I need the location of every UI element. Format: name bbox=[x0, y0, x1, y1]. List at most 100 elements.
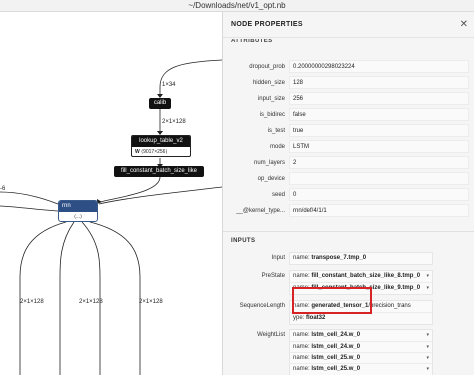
name-label: name: bbox=[293, 355, 310, 361]
input-name: lstm_cell_24.w_0 bbox=[311, 344, 361, 350]
edge-label: -6 bbox=[0, 186, 6, 192]
chevron-down-icon[interactable]: ▾ bbox=[426, 353, 429, 364]
attribute-key: num_layers bbox=[253, 160, 285, 166]
attribute-key: is_bidirec bbox=[259, 112, 285, 118]
chevron-down-icon[interactable]: ▾ bbox=[426, 283, 429, 294]
attribute-value[interactable] bbox=[289, 172, 469, 185]
attributes-header: ATTRIBUTES bbox=[231, 39, 273, 44]
name-label: name: bbox=[293, 285, 310, 291]
input-name-line: name: lstm_cell_25.w_0 ▾ bbox=[290, 352, 432, 363]
attribute-key: dropout_prob bbox=[249, 64, 285, 70]
chevron-down-icon[interactable]: ▾ bbox=[426, 271, 429, 282]
edge-left-in bbox=[0, 191, 59, 205]
attribute-value[interactable]: true bbox=[289, 124, 469, 137]
attribute-key: op_device bbox=[257, 176, 285, 182]
chevron-down-icon[interactable]: ▾ bbox=[426, 342, 429, 353]
name-label: name: bbox=[293, 255, 310, 261]
attribute-key: input_size bbox=[257, 96, 285, 102]
attribute-row: num_layers 2 bbox=[223, 156, 474, 172]
graph-canvas[interactable]: 1×34 2×1×128 2×1×128 2×1×128 2×1×128 -6 … bbox=[0, 12, 222, 375]
attribute-value[interactable]: 128 bbox=[289, 76, 469, 89]
input-key: SequenceLength bbox=[239, 303, 285, 309]
attribute-key: seed bbox=[271, 192, 285, 198]
chevron-down-icon[interactable]: ▾ bbox=[426, 364, 429, 375]
input-name-suffix: /precision_trans bbox=[368, 303, 411, 309]
node-rnn[interactable]: rnn ⟨...⟩ bbox=[58, 200, 98, 222]
attr-key: W bbox=[135, 149, 140, 155]
input-name-line: name: lstm_cell_25.w_0 ▾ bbox=[290, 363, 432, 374]
attribute-value[interactable]: 0.20000000298023224 bbox=[289, 60, 469, 73]
input-name: fill_constant_batch_size_like_9.tmp_0 bbox=[311, 285, 421, 291]
input-value-box[interactable]: name: fill_constant_batch_size_like_8.tm… bbox=[289, 270, 433, 295]
input-name: transpose_7.tmp_0 bbox=[311, 255, 367, 261]
attribute-row: __@kernel_type... rnn/def/4/1/1 bbox=[223, 204, 474, 220]
edge-left-in-2 bbox=[0, 205, 59, 212]
node-lookup-table-attr: W ⟨9017×256⟩ bbox=[132, 147, 190, 156]
input-name-line: name: fill_constant_batch_size_like_9.tm… bbox=[290, 282, 432, 293]
attr-value: ⟨9017×256⟩ bbox=[141, 149, 168, 155]
input-name-line: name: fill_constant_batch_size_like_8.tm… bbox=[290, 271, 432, 282]
name-label: name: bbox=[293, 344, 310, 350]
edge-rnn-out-2 bbox=[59, 221, 75, 375]
node-lookup-table[interactable]: lookup_table_v2 W ⟨9017×256⟩ bbox=[131, 135, 191, 157]
name-label: name: bbox=[293, 273, 310, 279]
inputs-header: INPUTS bbox=[223, 231, 474, 249]
edge-label: 1×34 bbox=[162, 82, 176, 88]
attribute-value[interactable]: 2 bbox=[289, 156, 469, 169]
attribute-row: seed 0 bbox=[223, 188, 474, 204]
edge-label: 2×1×128 bbox=[162, 119, 186, 125]
attribute-row: dropout_prob 0.20000000298023224 bbox=[223, 60, 474, 76]
node-rnn-body: ⟨...⟩ bbox=[73, 214, 83, 220]
attribute-row: mode LSTM bbox=[223, 140, 474, 156]
panel-title: NODE PROPERTIES bbox=[223, 12, 474, 38]
edge-label: 2×1×128 bbox=[20, 299, 44, 305]
attribute-value[interactable]: false bbox=[289, 108, 469, 121]
input-key: PreState bbox=[261, 273, 285, 279]
window-title: ~/Downloads/net/v1_opt.nb bbox=[0, 0, 474, 12]
attribute-key: hidden_size bbox=[252, 80, 285, 86]
chevron-down-icon[interactable]: ▾ bbox=[426, 330, 429, 341]
input-name-line: name: transpose_7.tmp_0 bbox=[290, 253, 432, 264]
input-name: generated_tensor_1 bbox=[311, 303, 369, 309]
edge-top-to-calib bbox=[159, 59, 222, 94]
attribute-key: mode bbox=[269, 144, 285, 150]
name-label: name: bbox=[293, 332, 310, 338]
edge-label: 2×1×128 bbox=[79, 299, 103, 305]
input-key: WeightList bbox=[257, 332, 285, 338]
input-name-line: name: generated_tensor_1/precision_trans bbox=[290, 301, 432, 312]
node-properties-panel: NODE PROPERTIES ✕ ATTRIBUTES dropout_pro… bbox=[222, 12, 474, 375]
input-value-box[interactable]: name: transpose_7.tmp_0 bbox=[289, 252, 433, 265]
input-name: lstm_cell_24.w_0 bbox=[311, 332, 361, 338]
edge-label: 2×1×128 bbox=[139, 299, 163, 305]
attribute-row: op_device bbox=[223, 172, 474, 188]
attribute-row: is_bidirec false bbox=[223, 108, 474, 124]
attribute-value[interactable]: rnn/def/4/1/1 bbox=[289, 204, 469, 217]
input-name-line: name: lstm_cell_24.w_0 ▾ bbox=[290, 330, 432, 341]
attribute-value[interactable]: LSTM bbox=[289, 140, 469, 153]
type-label: ype: bbox=[293, 315, 305, 321]
input-type: float32 bbox=[306, 315, 326, 321]
input-name-line: name: lstm_cell_24.w_0 ▾ bbox=[290, 341, 432, 352]
attribute-value[interactable]: 256 bbox=[289, 92, 469, 105]
edge-right-in bbox=[98, 186, 222, 205]
attribute-row: hidden_size 128 bbox=[223, 76, 474, 92]
node-lookup-table-label: lookup_table_v2 bbox=[132, 136, 190, 147]
input-key: Input bbox=[271, 255, 285, 261]
input-value-box[interactable]: name: lstm_cell_24.w_0 ▾ name: lstm_cell… bbox=[289, 329, 433, 375]
graph-edges bbox=[0, 59, 222, 375]
node-fill-constant[interactable]: fill_constant_batch_size_like bbox=[114, 166, 204, 177]
node-calib[interactable]: calib bbox=[149, 98, 171, 109]
attribute-row: input_size 256 bbox=[223, 92, 474, 108]
attribute-key: is_test bbox=[267, 128, 285, 134]
name-label: name: bbox=[293, 366, 310, 372]
input-name: fill_constant_batch_size_like_8.tmp_0 bbox=[311, 273, 421, 279]
input-type-line: ype: float32 bbox=[290, 312, 432, 323]
name-label: name: bbox=[293, 303, 310, 309]
input-name: lstm_cell_25.w_0 bbox=[311, 355, 361, 361]
attribute-value[interactable]: 0 bbox=[289, 188, 469, 201]
input-value-box[interactable]: name: generated_tensor_1/precision_trans… bbox=[289, 300, 433, 325]
attribute-row: is_test true bbox=[223, 124, 474, 140]
close-icon[interactable]: ✕ bbox=[460, 12, 468, 38]
input-name: lstm_cell_25.w_0 bbox=[311, 366, 361, 372]
node-rnn-label: rnn bbox=[59, 201, 97, 212]
